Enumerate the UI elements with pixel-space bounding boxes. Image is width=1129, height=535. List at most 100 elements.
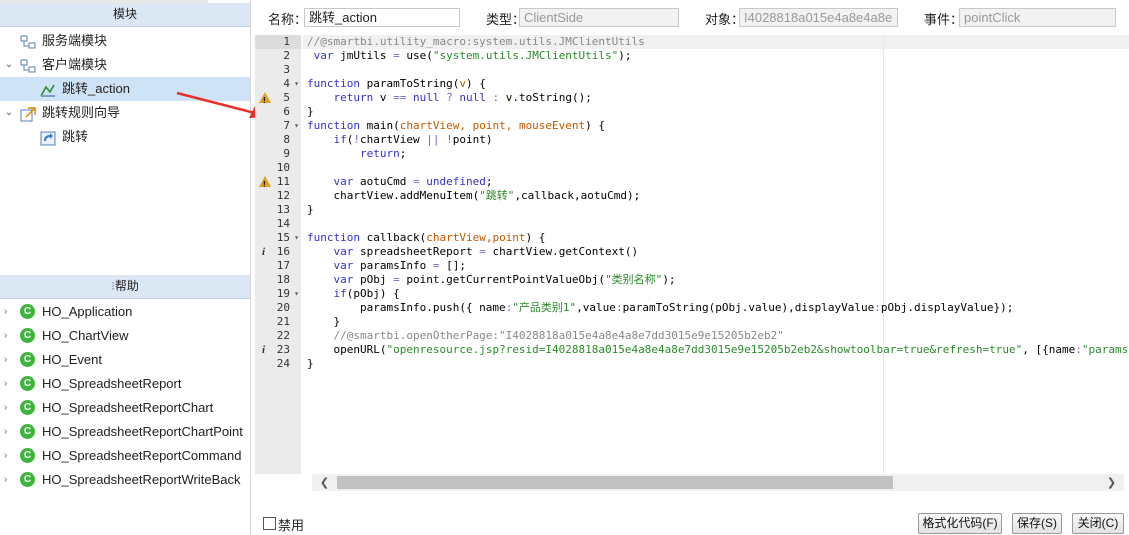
code-line[interactable]: //@smartbi.openOtherPage:"I4028818a015e4…	[307, 329, 783, 343]
line-number: 16 i	[255, 245, 301, 259]
line-number: 15 ▾	[255, 231, 301, 245]
line-number: 19 ▾	[255, 287, 301, 301]
info-icon: i	[262, 344, 266, 356]
line-number: 11!	[255, 175, 301, 189]
tree-item-client-module[interactable]: ⌄ 客户端模块	[0, 53, 250, 77]
format-code-button[interactable]: 格式化代码(F)	[918, 513, 1002, 534]
horizontal-scrollbar[interactable]: ❮ ❯	[312, 474, 1124, 491]
fold-toggle-icon[interactable]: ▾	[294, 77, 299, 91]
line-number-text: 22	[276, 329, 290, 342]
code-line[interactable]: return;	[307, 147, 406, 161]
code-line[interactable]: openURL("openresource.jsp?resid=I4028818…	[307, 343, 1129, 357]
code-line[interactable]: var aotuCmd = undefined;	[307, 175, 493, 189]
code-line[interactable]: }	[307, 105, 314, 119]
help-item[interactable]: › C HO_SpreadsheetReportCommand	[0, 444, 250, 468]
code-line[interactable]: }	[307, 357, 314, 371]
code-line[interactable]: function paramToString(v) {	[307, 77, 486, 91]
line-number-text: 5	[283, 91, 290, 104]
wizard-icon	[20, 106, 36, 122]
close-button[interactable]: 关闭(C)	[1072, 513, 1124, 534]
help-item[interactable]: › C HO_ChartView	[0, 324, 250, 348]
chevron-right-icon[interactable]: ›	[4, 372, 14, 396]
code-area[interactable]: //@smartbi.utility_macro:system.utils.JM…	[303, 35, 1129, 474]
chevron-down-icon[interactable]: ⌄	[4, 53, 14, 77]
chevron-right-icon[interactable]: ›	[4, 444, 14, 468]
help-panel-header: ⁝帮助	[0, 275, 250, 299]
chevron-right-icon[interactable]: ›	[4, 468, 14, 492]
help-item[interactable]: › C HO_Application	[0, 300, 250, 324]
chevron-right-icon[interactable]: ›	[4, 348, 14, 372]
code-line[interactable]: function main(chartView, point, mouseEve…	[307, 119, 605, 133]
code-line[interactable]: if(pObj) {	[307, 287, 400, 301]
line-number-text: 2	[283, 49, 290, 62]
code-line[interactable]: }	[307, 315, 340, 329]
chevron-right-icon[interactable]: ›	[4, 396, 14, 420]
event-input[interactable]: pointClick	[959, 8, 1116, 27]
chevron-right-icon[interactable]: ›	[4, 324, 14, 348]
fold-toggle-icon[interactable]: ▾	[294, 231, 299, 245]
name-input[interactable]: 跳转_action	[304, 8, 460, 27]
save-button[interactable]: 保存(S)	[1012, 513, 1062, 534]
tree-item-label: 客户端模块	[42, 57, 108, 72]
line-number-text: 8	[283, 133, 290, 146]
line-number: 1	[255, 35, 301, 49]
code-line[interactable]: var paramsInfo = [];	[307, 259, 466, 273]
code-line[interactable]: return v == null ? null : v.toString();	[307, 91, 592, 105]
disable-checkbox[interactable]	[263, 517, 276, 530]
code-line[interactable]: var pObj = point.getCurrentPointValueObj…	[307, 273, 676, 287]
fold-toggle-icon[interactable]: ▾	[294, 287, 299, 301]
line-number-text: 10	[276, 161, 290, 174]
line-number: 6	[255, 105, 301, 119]
scrollbar-thumb[interactable]	[337, 476, 893, 489]
server-module-icon	[20, 34, 36, 49]
help-item[interactable]: › C HO_SpreadsheetReportChart	[0, 396, 250, 420]
chevron-right-icon[interactable]: ›	[4, 420, 14, 444]
help-item[interactable]: › C HO_SpreadsheetReportChartPoint	[0, 420, 250, 444]
line-number: 10	[255, 161, 301, 175]
type-input[interactable]: ClientSide	[519, 8, 679, 27]
module-panel-header: 模块	[0, 3, 250, 27]
scroll-left-icon[interactable]: ❮	[316, 474, 333, 491]
footer-bar: 禁用 格式化代码(F) 保存(S) 关闭(C)	[252, 510, 1129, 535]
code-line[interactable]: chartView.addMenuItem("跳转",callback,aotu…	[307, 189, 640, 203]
class-icon: C	[20, 304, 35, 319]
class-icon: C	[20, 472, 35, 487]
help-item[interactable]: › C HO_SpreadsheetReport	[0, 372, 250, 396]
code-line[interactable]: //@smartbi.utility_macro:system.utils.JM…	[307, 35, 645, 49]
action-properties-bar: 名称： 跳转_action 类型： ClientSide 对象： I402881…	[252, 6, 1129, 32]
help-item[interactable]: › C HO_SpreadsheetReportWriteBack	[0, 468, 250, 492]
line-number: 8	[255, 133, 301, 147]
class-icon: C	[20, 424, 35, 439]
code-line[interactable]: paramsInfo.push({ name:"产品类别1",value:par…	[307, 301, 1013, 315]
line-number-text: 16	[276, 245, 290, 258]
class-icon: C	[20, 328, 35, 343]
line-number-text: 24	[276, 357, 290, 370]
code-line[interactable]: function callback(chartView,point) {	[307, 231, 545, 245]
line-number-text: 15	[276, 231, 290, 244]
line-number: 23 i	[255, 343, 301, 357]
scroll-right-icon[interactable]: ❯	[1103, 474, 1120, 491]
fold-toggle-icon[interactable]: ▾	[294, 119, 299, 133]
line-number: 7 ▾	[255, 119, 301, 133]
tree-item-server-module[interactable]: 服务端模块	[0, 29, 250, 53]
code-line[interactable]: var jmUtils = use("system.utils.JMClient…	[307, 49, 632, 63]
tree-item-jump[interactable]: 跳转	[0, 125, 250, 149]
code-line[interactable]: }	[307, 203, 314, 217]
line-number-text: 3	[283, 63, 290, 76]
code-editor[interactable]: 1 2 3 4 ▾ 5! 6 7 ▾ 8 9 10 11! 12 13 14 15 ▾ 16 i 17 18 19 ▾ 20 21…	[255, 35, 1129, 474]
code-line[interactable]: var spreadsheetReport = chartView.getCon…	[307, 245, 639, 259]
line-number: 2	[255, 49, 301, 63]
line-number: 3	[255, 63, 301, 77]
warning-icon: !	[259, 92, 271, 105]
object-input[interactable]: I4028818a015e4a8e4a8e	[739, 8, 898, 27]
line-number-text: 13	[276, 203, 290, 216]
tree-item-label: 跳转_action	[62, 81, 130, 96]
tree-item-label: 跳转规则向导	[42, 105, 121, 120]
line-number-text: 14	[276, 217, 290, 230]
chevron-down-icon[interactable]: ⌄	[4, 101, 14, 125]
code-line[interactable]: if(!chartView || !point)	[307, 133, 493, 147]
chevron-right-icon[interactable]: ›	[4, 300, 14, 324]
line-number-text: 6	[283, 105, 290, 118]
line-number-text: 19	[276, 287, 290, 300]
help-item[interactable]: › C HO_Event	[0, 348, 250, 372]
